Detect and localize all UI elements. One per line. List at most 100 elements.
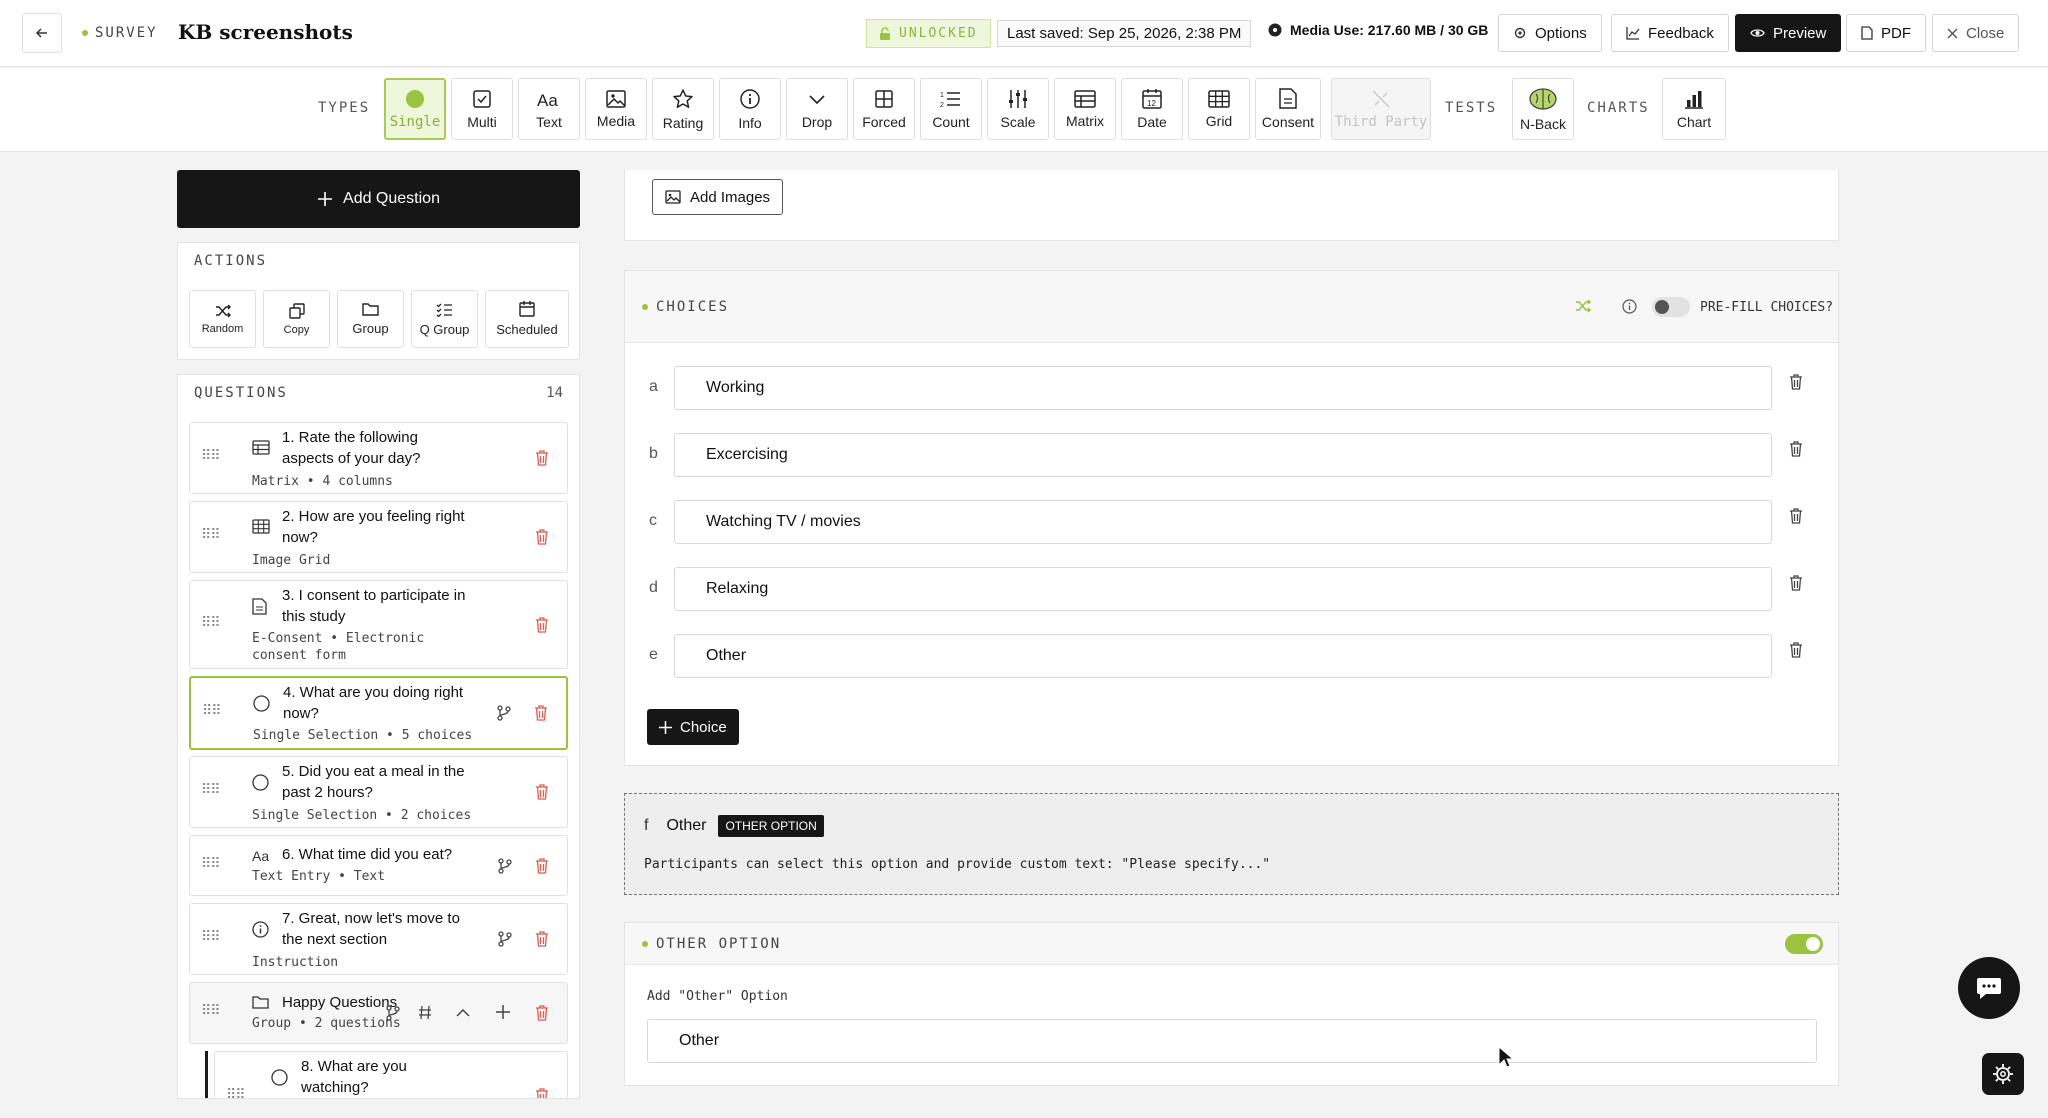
hash-icon	[419, 1005, 431, 1020]
back-button[interactable]	[22, 13, 62, 53]
shuffle-icon	[1576, 299, 1592, 313]
question-item-3[interactable]: ⠿⠿ 3. I consent to participate in this st…	[189, 580, 568, 669]
table-icon	[252, 440, 270, 455]
question-item-4[interactable]: ⠿⠿ 4. What are you doing right now? Singl…	[189, 676, 568, 750]
disc-icon	[1268, 23, 1282, 37]
group-meta: Group • 2 questions	[252, 1016, 401, 1031]
type-grid-button[interactable]: Grid	[1188, 78, 1250, 140]
trash-icon	[1790, 575, 1802, 591]
test-nback-button[interactable]: N-Back	[1512, 78, 1574, 140]
drag-handle-icon[interactable]: ⠿⠿	[226, 1086, 245, 1098]
branch-icon	[498, 858, 512, 874]
settings-fab-button[interactable]	[1982, 1053, 2024, 1095]
question-item-7[interactable]: ⠿⠿ 7. Great, now let's move to the next s…	[189, 903, 568, 975]
drag-handle-icon[interactable]: ⠿⠿	[201, 526, 220, 543]
feedback-button[interactable]: Feedback	[1611, 14, 1729, 52]
chat-button[interactable]	[1958, 957, 2020, 1019]
question-item-8[interactable]: ⠿⠿ 8. What are you watching?	[214, 1051, 568, 1098]
type-text-button[interactable]: Aa Text	[518, 78, 580, 140]
info-icon	[252, 921, 269, 938]
type-multi-button[interactable]: Multi	[451, 78, 513, 140]
drag-handle-icon[interactable]: ⠿⠿	[201, 447, 220, 464]
gear-icon	[1993, 1064, 2013, 1084]
question-item-2[interactable]: ⠿⠿ 2. How are you feeling right now? Imag…	[189, 501, 568, 573]
type-scale-button[interactable]: Scale	[987, 78, 1049, 140]
trash-icon	[536, 858, 548, 874]
choice-input-d[interactable]: Relaxing	[674, 567, 1772, 611]
mouse-cursor-icon	[1498, 1046, 1514, 1068]
star-icon	[673, 88, 693, 108]
other-option-input[interactable]: Other	[647, 1019, 1817, 1063]
preview-button[interactable]: Preview	[1735, 14, 1842, 52]
type-rating-button[interactable]: Rating	[652, 78, 714, 140]
action-copy-button[interactable]: Copy	[263, 290, 330, 348]
action-group-button[interactable]: Group	[337, 290, 404, 348]
drag-handle-icon[interactable]: ⠿⠿	[201, 781, 220, 798]
options-button[interactable]: Options	[1498, 14, 1602, 52]
action-q-group-button[interactable]: Q Group	[411, 290, 478, 348]
type-consent-button[interactable]: Consent	[1255, 78, 1321, 140]
questions-panel: QUESTIONS 14 ⠿⠿ 1. Rate the following asp…	[177, 374, 580, 1099]
close-icon	[1947, 28, 1958, 38]
choice-input-c[interactable]: Watching TV / movies	[674, 500, 1772, 544]
type-count-button[interactable]: 12 Count	[920, 78, 982, 140]
svg-text:Aa: Aa	[537, 91, 558, 109]
chevron-down-icon	[809, 94, 825, 104]
file-icon	[1861, 26, 1873, 40]
other-option-toggle[interactable]	[1785, 934, 1823, 954]
grid-2x2-icon	[875, 89, 893, 108]
drag-handle-icon[interactable]: ⠿⠿	[201, 1002, 220, 1019]
action-random-button[interactable]: Random	[189, 290, 256, 348]
close-button[interactable]: Close	[1932, 14, 2020, 52]
unlocked-badge: UNLOCKED	[866, 19, 991, 48]
question-title: 7. Great, now let's move to the next sect…	[282, 910, 460, 948]
add-images-button[interactable]: Add Images	[652, 179, 784, 215]
add-question-button[interactable]: Add Question	[177, 170, 580, 228]
type-single-button[interactable]: Single	[384, 78, 446, 140]
arrow-left-icon	[35, 28, 47, 38]
drag-handle-icon[interactable]: ⠿⠿	[202, 702, 221, 719]
drag-handle-icon[interactable]: ⠿⠿	[201, 614, 220, 631]
page-title: KB screenshots	[178, 20, 353, 44]
branch-icon	[386, 1005, 400, 1021]
chart-button[interactable]: Chart	[1662, 78, 1726, 140]
other-option-title: OTHER OPTION	[642, 936, 781, 952]
choices-card: CHOICES PRE-FILL CHOICES? a Working b Ex…	[624, 270, 1839, 766]
numbered-list-icon: 12	[940, 92, 960, 109]
type-forced-button[interactable]: Forced	[853, 78, 915, 140]
add-choice-button[interactable]: Choice	[647, 709, 739, 745]
choice-input-a[interactable]: Working	[674, 366, 1772, 410]
question-meta: Instruction	[252, 955, 339, 970]
charts-label: CHARTS	[1587, 100, 1650, 116]
info-icon	[740, 88, 760, 109]
type-drop-button[interactable]: Drop	[786, 78, 848, 140]
question-item-5[interactable]: ⠿⠿ 5. Did you eat a meal in the past 2 ho…	[189, 756, 568, 828]
type-media-button[interactable]: Media	[585, 78, 647, 140]
info-icon	[1622, 299, 1637, 314]
choice-input-e[interactable]: Other	[674, 634, 1772, 678]
choices-title: CHOICES	[642, 299, 729, 315]
svg-text:Aa: Aa	[252, 848, 269, 864]
pdf-button[interactable]: PDF	[1846, 14, 1926, 52]
type-info-button[interactable]: Info	[719, 78, 781, 140]
question-item-6[interactable]: ⠿⠿ Aa 6. What time did you eat? Text Ent…	[189, 835, 568, 896]
action-scheduled-button[interactable]: Scheduled	[485, 290, 569, 348]
trash-icon	[535, 705, 547, 721]
question-group-happy[interactable]: ⠿⠿ Happy Questions Group • 2 questions	[189, 982, 568, 1044]
question-meta: E-Consent • Electronic consent form	[252, 631, 425, 663]
drag-handle-icon[interactable]: ⠿⠿	[201, 855, 220, 872]
type-matrix-button[interactable]: Matrix	[1054, 78, 1116, 140]
actions-panel: ACTIONS Random Copy Group Q Group Schedu…	[177, 242, 580, 360]
drag-handle-icon[interactable]: ⠿⠿	[201, 928, 220, 945]
prefill-toggle[interactable]	[1652, 297, 1690, 317]
svg-text:12: 12	[1147, 99, 1156, 108]
plus-icon	[318, 192, 333, 206]
question-item-1[interactable]: ⠿⠿ 1. Rate the following aspects of your …	[189, 422, 568, 494]
question-title: 2. How are you feeling right now?	[282, 508, 465, 546]
choice-input-b[interactable]: Excercising	[674, 433, 1772, 477]
svg-text:1: 1	[940, 92, 944, 99]
type-date-button[interactable]: 12 Date	[1121, 78, 1183, 140]
radio-icon	[253, 695, 270, 712]
bar-chart-icon	[1685, 90, 1703, 109]
other-option-header: OTHER OPTION	[625, 923, 1838, 965]
